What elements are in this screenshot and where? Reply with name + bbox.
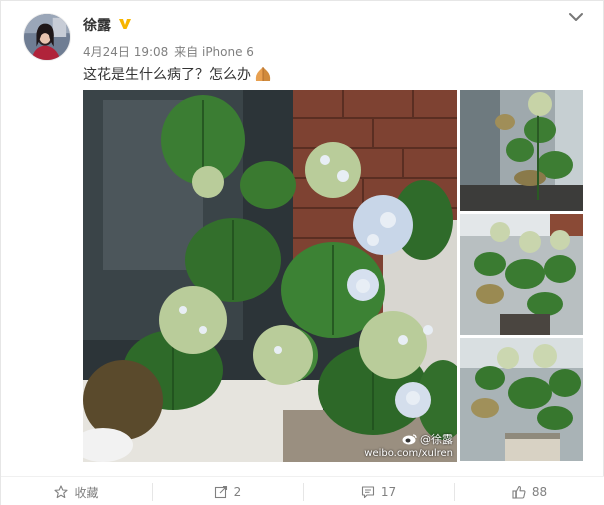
chevron-down-icon[interactable]: [568, 10, 584, 24]
watermark-name: @徐露: [420, 433, 453, 446]
post-image-thumb-3[interactable]: [460, 338, 583, 461]
comment-button[interactable]: 17: [303, 477, 454, 505]
thumbs-up-icon: [512, 485, 526, 499]
like-count: 88: [531, 485, 548, 499]
watermark-url: weibo.com/xulren: [364, 448, 453, 459]
weibo-logo-icon: [402, 433, 418, 445]
comment-count: 17: [380, 485, 397, 499]
post-image-thumb-1[interactable]: [460, 90, 583, 211]
repost-button[interactable]: 2: [152, 477, 303, 505]
username[interactable]: 徐露: [83, 15, 111, 35]
post-image-thumb-2[interactable]: [460, 214, 583, 335]
weibo-post-card: 徐露 4月24日 19:08 来自 iPhone 6 这花是生什么病了？怎么办: [0, 0, 604, 505]
post-image-main[interactable]: @徐露 weibo.com/xulren: [83, 90, 457, 462]
favorite-label: 收藏: [74, 485, 99, 500]
action-bar: 收藏 2 17 88: [1, 476, 604, 505]
repost-icon: [214, 485, 227, 499]
post-meta: 4月24日 19:08 来自 iPhone 6: [83, 43, 254, 60]
repost-count: 2: [233, 485, 242, 499]
favorite-button[interactable]: 收藏: [1, 477, 152, 505]
watermark-name-row: @徐露: [364, 433, 453, 447]
post-text-body: 这花是生什么病了？怎么办: [83, 67, 251, 83]
comment-icon: [361, 486, 374, 499]
post-device[interactable]: iPhone 6: [202, 45, 254, 59]
star-icon: [54, 485, 69, 499]
verified-icon: [118, 17, 132, 31]
image-watermark: @徐露 weibo.com/xulren: [364, 433, 453, 460]
post-from-label: 来自: [174, 45, 199, 59]
avatar[interactable]: [23, 13, 71, 61]
praying-hands-emoji-icon: [253, 66, 273, 82]
post-text: 这花是生什么病了？怎么办: [83, 65, 273, 85]
post-time[interactable]: 4月24日 19:08: [83, 45, 168, 59]
like-button[interactable]: 88: [454, 477, 604, 505]
